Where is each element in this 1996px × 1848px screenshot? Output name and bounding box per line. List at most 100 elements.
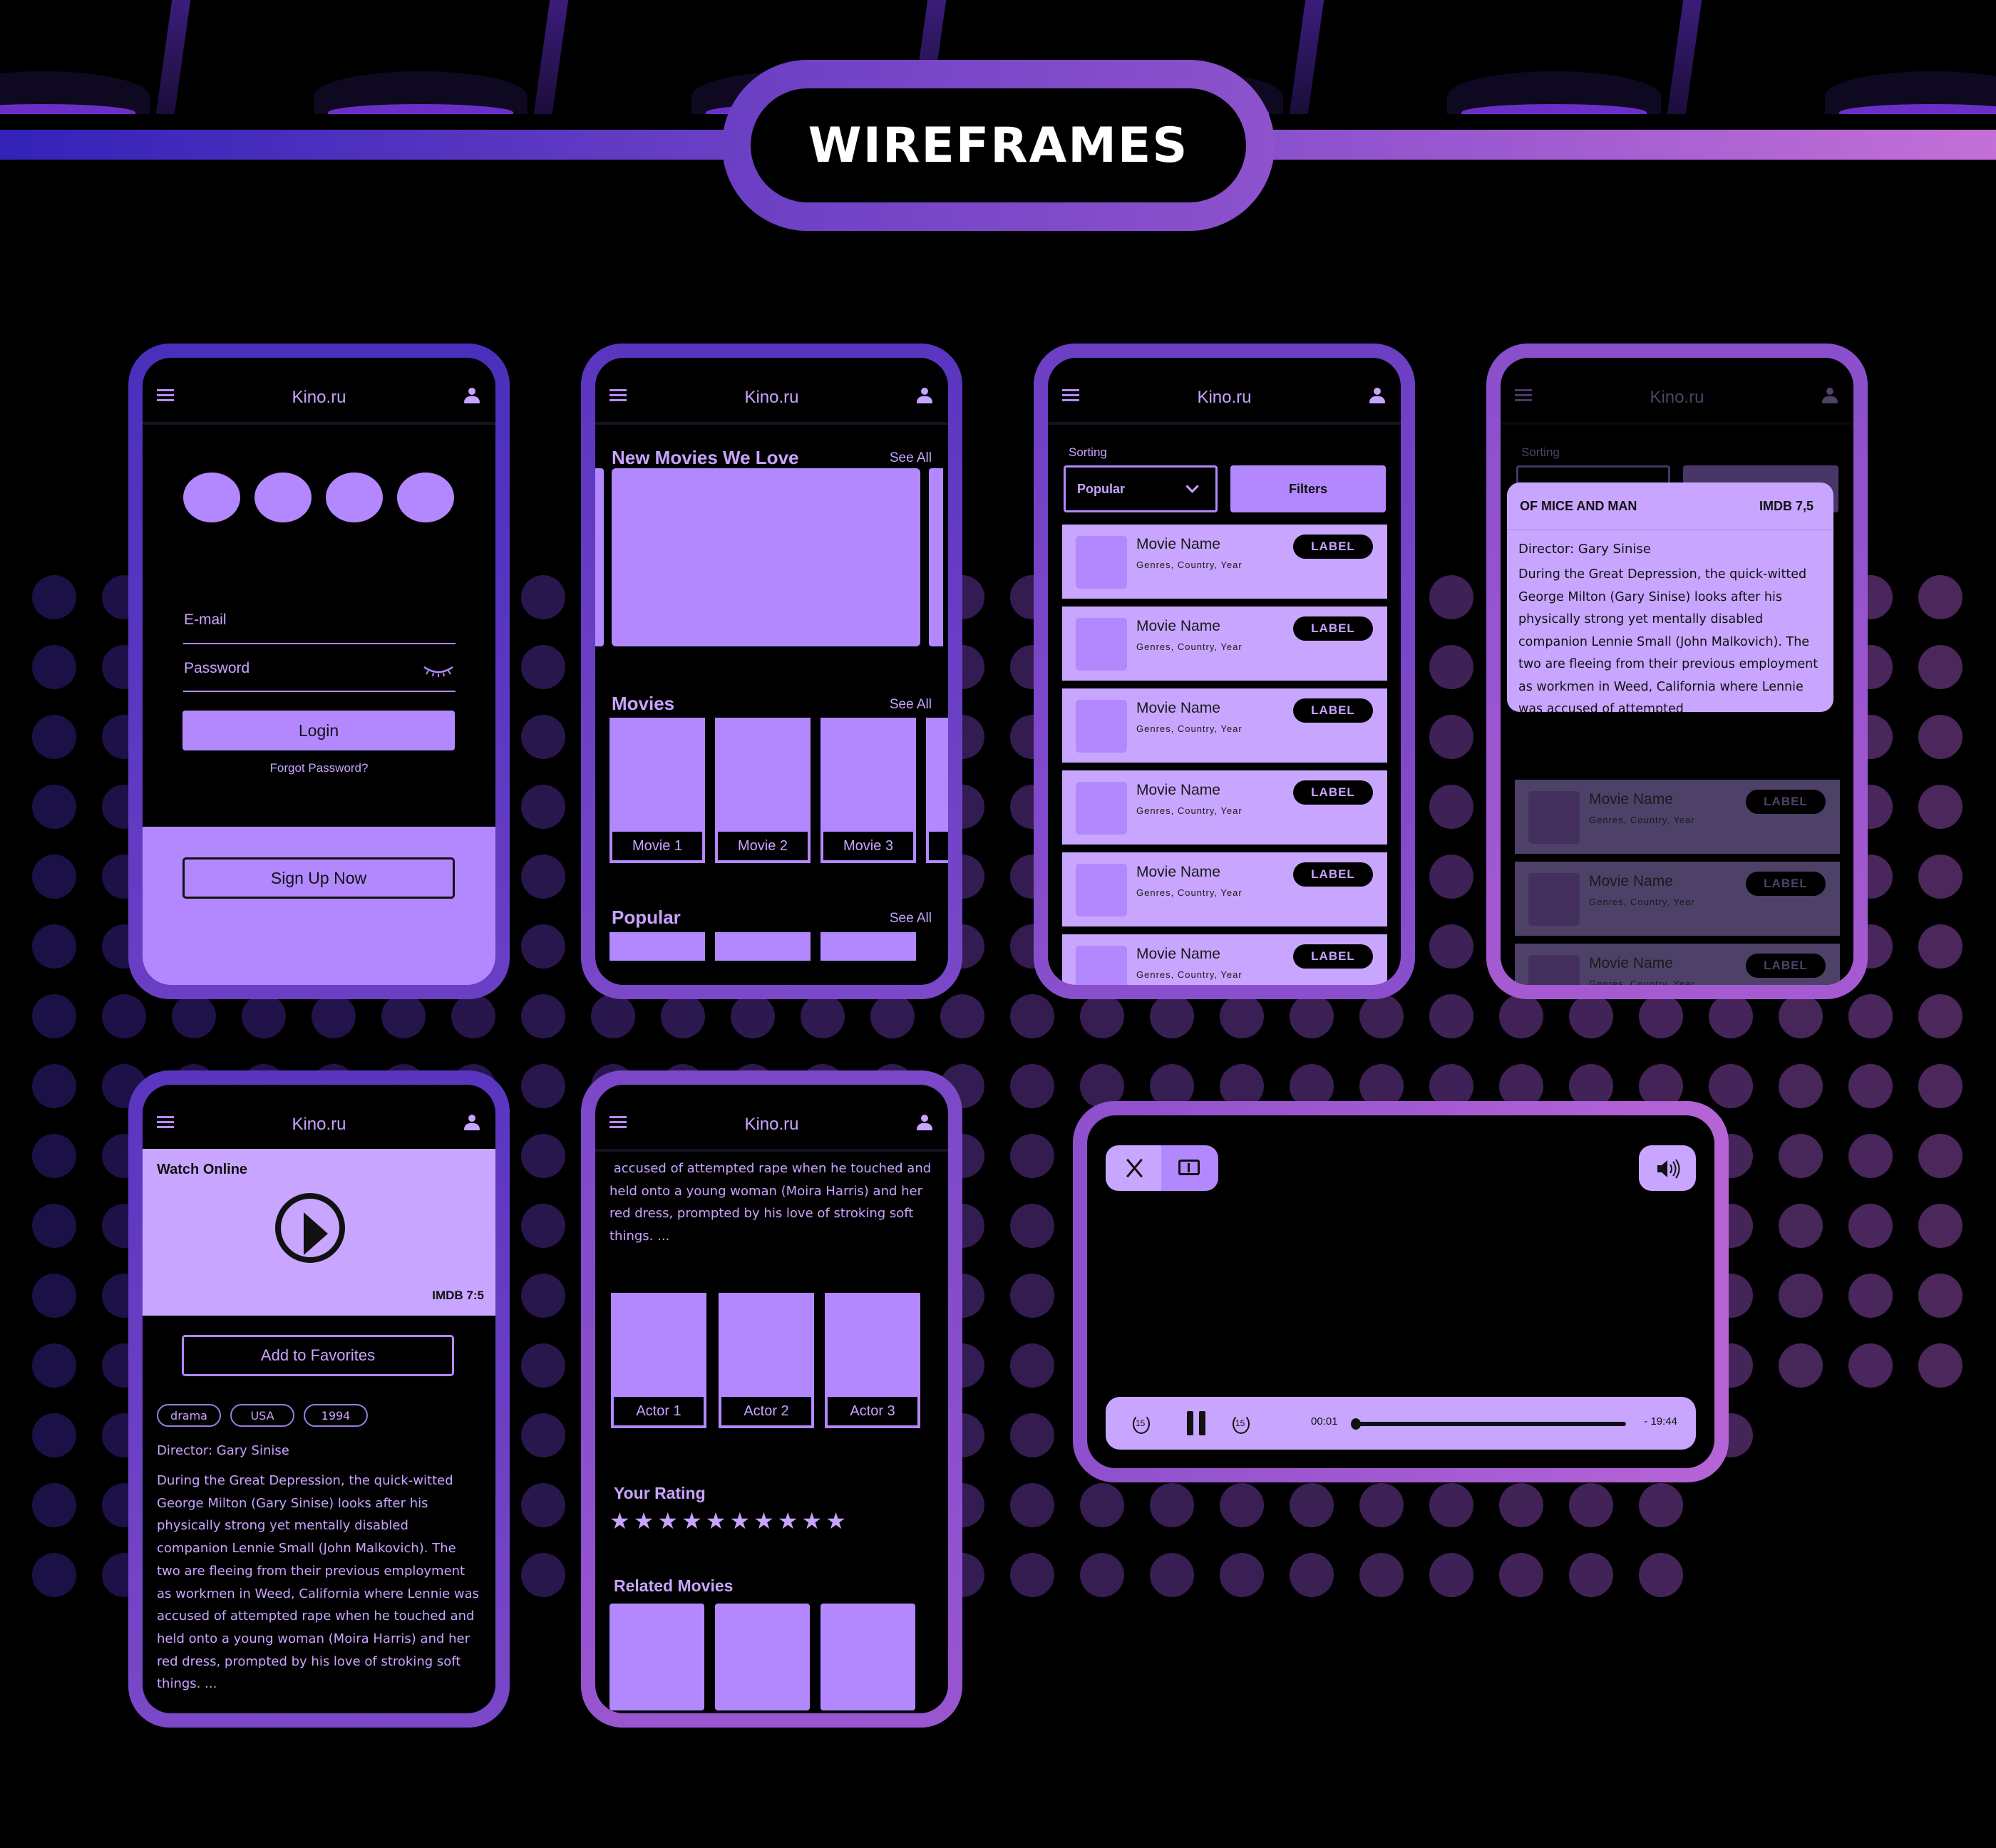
background-dot [1150, 1553, 1194, 1597]
signup-button[interactable]: Sign Up Now [182, 857, 455, 899]
closed-eye-icon[interactable] [423, 664, 454, 678]
user-icon[interactable] [1822, 388, 1838, 403]
social-login-button[interactable] [254, 473, 312, 522]
pause-icon[interactable] [1187, 1411, 1207, 1435]
star-icon[interactable]: ★ [778, 1509, 798, 1532]
user-icon[interactable] [917, 1115, 932, 1130]
movie-list-item[interactable]: Movie Name Genres, Country, Year LABEL [1062, 606, 1387, 681]
hamburger-menu-icon[interactable] [609, 1116, 627, 1129]
movie-list-item[interactable]: Movie Name Genres, Country, Year LABEL [1062, 688, 1387, 763]
add-to-favorites-button[interactable]: Add to Favorites [182, 1335, 454, 1376]
movie-card[interactable]: Movie 3 [820, 718, 916, 863]
star-icon[interactable]: ★ [825, 1509, 846, 1532]
movie-preview-popup[interactable]: OF MICE AND MAN IMDB 7,5 Director: Gary … [1507, 482, 1833, 716]
social-login-button[interactable] [397, 473, 454, 522]
movie-list-item[interactable]: Movie Name Genres, Country, Year LABEL [1062, 934, 1387, 985]
background-dot [32, 645, 76, 689]
popular-card[interactable] [609, 932, 705, 961]
actor-card[interactable]: Actor 2 [719, 1293, 814, 1428]
app-header: Kino.ru [143, 1085, 495, 1149]
star-icon[interactable]: ★ [609, 1509, 630, 1532]
see-all-link[interactable]: See All [890, 911, 932, 926]
hamburger-menu-icon[interactable] [609, 389, 627, 402]
actor-card[interactable]: Actor 1 [611, 1293, 706, 1428]
filters-button[interactable]: Filters [1230, 465, 1386, 512]
movie-meta: Genres, Country, Year [1136, 641, 1243, 652]
close-button[interactable] [1106, 1145, 1161, 1191]
social-login-button[interactable] [183, 473, 240, 522]
star-icon[interactable]: ★ [634, 1509, 654, 1532]
star-icon[interactable]: ★ [657, 1509, 678, 1532]
tag-chip[interactable]: drama [157, 1404, 221, 1427]
user-icon[interactable] [917, 388, 932, 403]
related-movie-card[interactable] [820, 1604, 915, 1710]
background-dot [1639, 1483, 1683, 1527]
movie-list-item[interactable]: Movie Name Genres, Country, Year LABEL [1515, 780, 1840, 854]
background-dot [1010, 1134, 1054, 1178]
user-icon[interactable] [464, 1115, 480, 1130]
rating-stars[interactable]: ★ ★ ★ ★ ★ ★ ★ ★ ★ ★ [609, 1509, 846, 1532]
login-screen: Kino.ru E-mail Password Login Forgot Pas… [143, 358, 495, 985]
email-field[interactable]: E-mail [184, 611, 227, 629]
actor-card[interactable]: Actor 3 [825, 1293, 920, 1428]
watch-online-panel[interactable]: Watch Online IMDB 7:5 [143, 1149, 495, 1316]
hamburger-menu-icon[interactable] [1062, 389, 1079, 402]
seek-handle[interactable] [1351, 1418, 1362, 1430]
play-circle-icon[interactable] [275, 1193, 345, 1263]
star-icon[interactable]: ★ [753, 1509, 774, 1532]
login-button[interactable]: Login [182, 711, 455, 750]
star-icon[interactable]: ★ [802, 1509, 823, 1532]
movie-list-item[interactable]: Movie Name Genres, Country, Year LABEL [1515, 862, 1840, 936]
sort-select[interactable]: Popular [1064, 465, 1218, 512]
volume-button[interactable] [1639, 1145, 1696, 1191]
carousel-prev-peek[interactable] [595, 468, 604, 646]
movie-list-item[interactable]: Movie Name Genres, Country, Year LABEL [1062, 770, 1387, 845]
movie-list-item[interactable]: Movie Name Genres, Country, Year LABEL [1515, 944, 1840, 985]
background-dot [1918, 785, 1962, 829]
background-dot [1779, 1134, 1823, 1178]
phone-preview: Kino.ru Sorting Popular Filters Movie Na… [1486, 344, 1868, 999]
movie-card[interactable]: Movie 2 [715, 718, 811, 863]
background-dot [312, 994, 356, 1038]
forward-15-icon[interactable]: 15 [1233, 1411, 1252, 1434]
popular-card[interactable] [715, 932, 811, 961]
social-login-button[interactable] [326, 473, 383, 522]
movie-meta: Genres, Country, Year [1136, 805, 1243, 816]
password-field[interactable]: Password [184, 660, 250, 677]
rewind-15-icon[interactable]: 15 [1133, 1411, 1153, 1434]
star-icon[interactable]: ★ [706, 1509, 726, 1532]
forgot-password-link[interactable]: Forgot Password? [143, 761, 495, 775]
star-icon[interactable]: ★ [729, 1509, 750, 1532]
hamburger-menu-icon[interactable] [157, 1116, 174, 1129]
popular-card[interactable] [820, 932, 916, 961]
video-player[interactable]: 15 15 00:01 - 19:44 [1087, 1115, 1714, 1468]
movie-list-item[interactable]: Movie Name Genres, Country, Year LABEL [1062, 525, 1387, 599]
background-dot [1429, 1553, 1473, 1597]
popup-rating: IMDB 7,5 [1759, 498, 1814, 513]
background-dot [32, 715, 76, 759]
related-movie-card[interactable] [715, 1604, 810, 1710]
password-underline [183, 691, 456, 692]
background-dot [381, 994, 426, 1038]
rewind-seconds: 15 [1136, 1418, 1146, 1428]
featured-movie-banner[interactable] [612, 468, 920, 646]
user-icon[interactable] [464, 388, 480, 403]
tag-chip[interactable]: 1994 [304, 1404, 368, 1427]
background-dot [32, 1553, 76, 1597]
movie-list-item[interactable]: Movie Name Genres, Country, Year LABEL [1062, 852, 1387, 926]
hamburger-menu-icon[interactable] [1515, 389, 1532, 402]
hamburger-menu-icon[interactable] [157, 389, 174, 402]
carousel-next-peek[interactable] [929, 468, 943, 646]
sorting-label: Sorting [1521, 445, 1560, 459]
user-icon[interactable] [1369, 388, 1385, 403]
movie-card-peek[interactable] [926, 718, 948, 863]
background-dot [1290, 1483, 1334, 1527]
seek-bar[interactable] [1354, 1422, 1626, 1426]
star-icon[interactable]: ★ [681, 1509, 702, 1532]
movie-card[interactable]: Movie 1 [609, 718, 705, 863]
see-all-link[interactable]: See All [890, 450, 932, 466]
fit-screen-button[interactable] [1161, 1145, 1218, 1191]
see-all-link[interactable]: See All [890, 697, 932, 713]
tag-chip[interactable]: USA [230, 1404, 294, 1427]
related-movie-card[interactable] [609, 1604, 704, 1710]
